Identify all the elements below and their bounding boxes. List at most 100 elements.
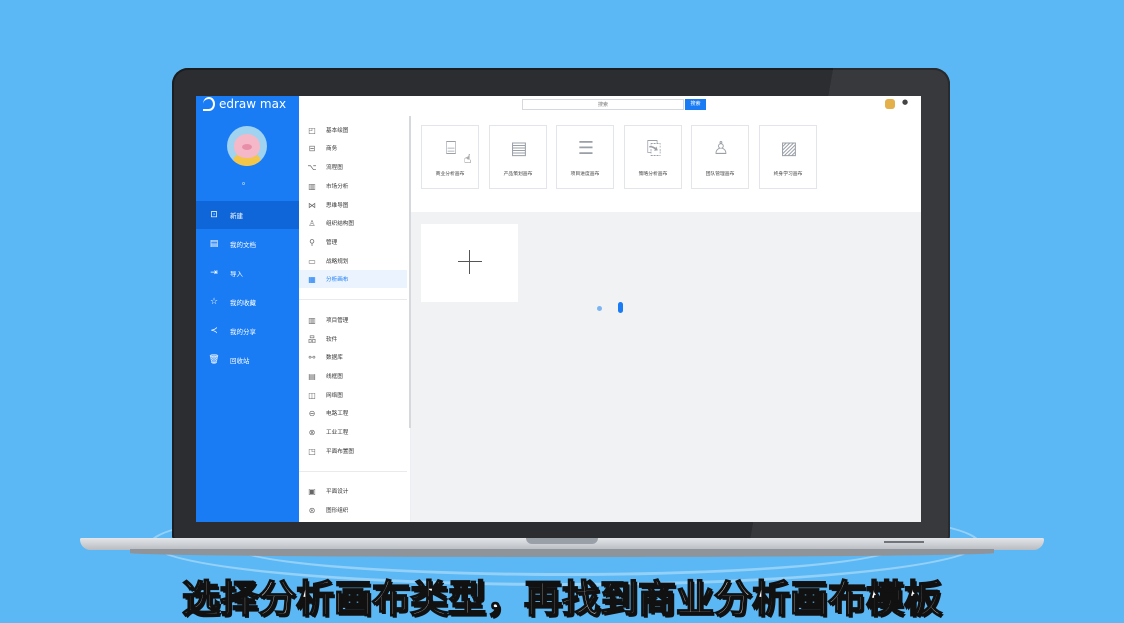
sidebar-item-label: 导入 — [230, 270, 243, 278]
category-label: 战略规划 — [326, 259, 349, 265]
basic-drawing-icon: ◰ — [308, 125, 316, 135]
category-database[interactable]: ⚯ 数据库 — [299, 348, 407, 366]
category-strategy[interactable]: ▭ 战略规划 — [299, 252, 407, 270]
category-project-management[interactable]: ▥ 项目管理 — [299, 311, 407, 329]
template-lifelong-learning[interactable]: ▨ 终身学习画布 — [759, 125, 817, 189]
graphic-design-icon: ▣ — [308, 486, 316, 496]
category-label: 项目管理 — [326, 318, 349, 324]
menu-dot[interactable]: ● — [902, 98, 908, 106]
category-org-chart[interactable]: ♙ 组织结构图 — [299, 214, 407, 232]
category-label: 线框图 — [326, 374, 343, 380]
app-name: edraw max — [219, 97, 287, 111]
template-name: 策略分析画布 — [638, 172, 668, 177]
user-avatar-icon[interactable] — [885, 99, 895, 109]
category-market-analysis[interactable]: ▥ 市场分析 — [299, 177, 407, 195]
sidebar-item-share[interactable]: ≺ 我的分享 — [196, 317, 299, 345]
category-label: 分析画布 — [326, 277, 349, 283]
documents-icon: ▤ — [209, 239, 219, 249]
sidebar-item-label: 我的文档 — [230, 241, 256, 249]
product-plan-icon: ▤ — [510, 138, 528, 159]
category-label: 软件 — [326, 337, 338, 343]
category-label: 商务 — [326, 146, 338, 152]
category-divider — [299, 299, 407, 300]
search-button[interactable]: 搜索 — [685, 99, 706, 110]
template-team-management[interactable]: ♙ 团队管理画布 — [691, 125, 749, 189]
category-graphic-organizer[interactable]: ⊛ 图形组织 — [299, 501, 407, 519]
project-icon: ▥ — [308, 315, 316, 325]
category-industrial[interactable]: ⊗ 工业工程 — [299, 423, 407, 441]
market-chart-icon: ▥ — [308, 181, 316, 191]
category-analysis-canvas[interactable]: ▦ 分析画布 — [299, 270, 407, 288]
template-strip: ⌸ 商业分析画布 ☝ ▤ 产品策划画布 ☰ 项目进度画布 ⎘ 策略分析画布 ♙ … — [411, 116, 921, 212]
category-floorplan[interactable]: ◳ 平面布置图 — [299, 442, 407, 460]
sidebar-item-trash[interactable]: 🗑 回收站 — [196, 346, 299, 374]
project-progress-icon: ☰ — [577, 138, 595, 159]
edraw-logo-icon — [203, 97, 215, 111]
management-icon: ⚲ — [309, 237, 315, 247]
sidebar-item-import[interactable]: ⇥ 导入 — [196, 259, 299, 287]
floorplan-icon: ◳ — [308, 446, 316, 456]
loading-indicator — [618, 302, 623, 313]
template-strategy-analysis[interactable]: ⎘ 策略分析画布 — [624, 125, 682, 189]
app-logo[interactable]: edraw max — [203, 97, 286, 111]
software-icon: 品 — [308, 334, 316, 344]
wireframe-icon: ▤ — [308, 371, 316, 381]
template-name: 团队管理画布 — [705, 172, 735, 177]
laptop-base-line — [884, 541, 924, 543]
sidebar: edraw max 。 ⊡ 新建 ▤ 我的文档 ⇥ 导入 ☆ 我的收藏 ≺ 我的… — [196, 96, 299, 522]
network-icon: ◫ — [308, 390, 316, 400]
category-label: 工业工程 — [326, 430, 349, 436]
template-product-plan[interactable]: ▤ 产品策划画布 — [489, 125, 547, 189]
category-label: 流程图 — [326, 165, 343, 171]
org-chart-icon: ♙ — [308, 218, 316, 228]
loading-dot — [597, 306, 602, 311]
category-label: 管理 — [326, 240, 338, 246]
category-label: 市场分析 — [326, 184, 349, 190]
flowchart-icon: ⌥ — [307, 162, 317, 172]
category-circuit[interactable]: ⊖ 电路工程 — [299, 404, 407, 422]
lifelong-learning-icon: ▨ — [780, 138, 798, 159]
category-label: 网络图 — [326, 393, 343, 399]
category-business[interactable]: ⊟ 商务 — [299, 139, 407, 157]
template-name: 终身学习画布 — [773, 172, 803, 177]
mindmap-icon: ⋈ — [308, 200, 316, 210]
category-label: 组织结构图 — [326, 221, 354, 227]
share-icon: ≺ — [210, 326, 218, 336]
laptop-base-bottom — [130, 549, 994, 557]
strategy-icon: ▭ — [308, 256, 316, 266]
sidebar-item-label: 新建 — [230, 212, 243, 220]
video-caption: 选择分析画布类型，再找到商业分析画布模板 — [181, 576, 943, 622]
template-project-progress[interactable]: ☰ 项目进度画布 — [556, 125, 614, 189]
category-basic-drawing[interactable]: ◰ 基本绘图 — [299, 121, 407, 139]
avatar[interactable] — [227, 126, 267, 166]
category-software[interactable]: 品 软件 — [299, 330, 407, 348]
sidebar-item-label: 我的分享 — [230, 328, 256, 336]
strategy-analysis-icon: ⎘ — [646, 138, 662, 159]
category-flowchart[interactable]: ⌥ 流程图 — [299, 158, 407, 176]
search-input[interactable]: 搜索 — [522, 99, 684, 110]
sidebar-item-favorites[interactable]: ☆ 我的收藏 — [196, 288, 299, 316]
new-blank-button[interactable] — [421, 224, 518, 302]
sidebar-item-my-documents[interactable]: ▤ 我的文档 — [196, 230, 299, 258]
laptop-notch — [526, 538, 598, 544]
team-management-icon: ♙ — [712, 138, 730, 159]
template-name: 产品策划画布 — [503, 172, 533, 177]
sidebar-item-label: 我的收藏 — [230, 299, 256, 307]
category-mindmap[interactable]: ⋈ 思维导图 — [299, 196, 407, 214]
category-management[interactable]: ⚲ 管理 — [299, 233, 407, 251]
new-file-icon: ⊡ — [210, 210, 218, 220]
category-network[interactable]: ◫ 网络图 — [299, 386, 407, 404]
avatar-snout — [242, 144, 252, 150]
analysis-canvas-icon: ▦ — [308, 274, 316, 284]
category-label: 基本绘图 — [326, 128, 349, 134]
sidebar-item-new[interactable]: ⊡ 新建 — [196, 201, 299, 229]
template-name: 项目进度画布 — [570, 172, 600, 177]
template-business-canvas[interactable]: ⌸ 商业分析画布 ☝ — [421, 125, 479, 189]
category-label: 电路工程 — [326, 411, 349, 417]
hand-cursor-icon: ☝ — [464, 152, 472, 166]
plus-icon-vertical — [469, 250, 470, 274]
category-graphic-design[interactable]: ▣ 平面设计 — [299, 482, 407, 500]
category-divider — [299, 471, 407, 472]
category-wireframe[interactable]: ▤ 线框图 — [299, 367, 407, 385]
plus-icon — [458, 261, 482, 262]
